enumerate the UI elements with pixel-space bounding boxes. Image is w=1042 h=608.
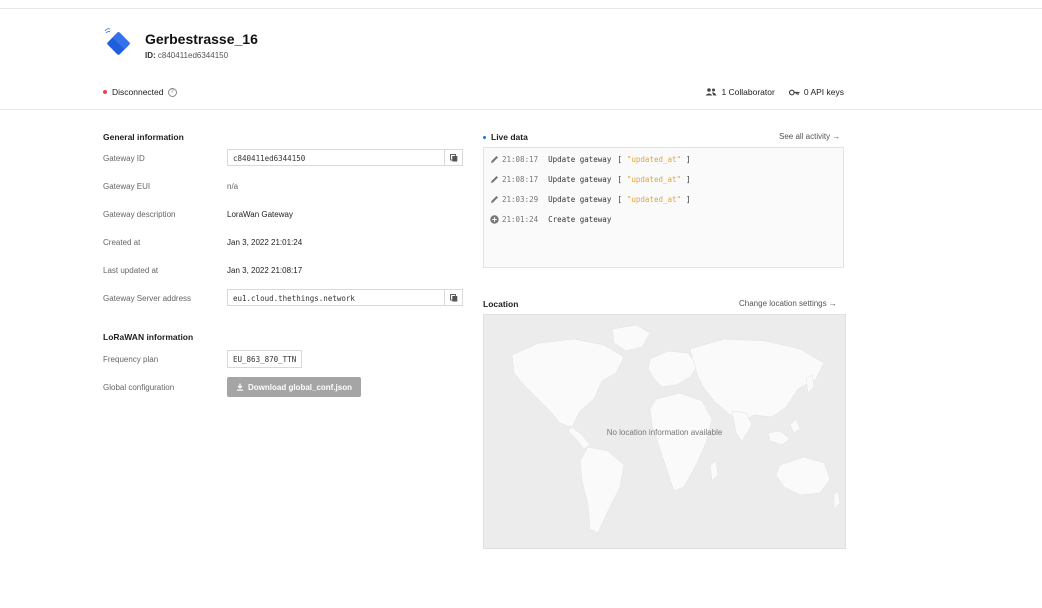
collaborators-link[interactable]: 1 Collaborator — [705, 87, 775, 97]
location-map[interactable]: No location information available — [483, 314, 846, 549]
help-icon[interactable]: ? — [167, 87, 177, 97]
updated-at-label: Last updated at — [103, 266, 159, 275]
gateway-id-value: c840411ed6344150 — [157, 51, 229, 60]
gateway-title: Gerbestrasse_16 — [145, 31, 258, 47]
gateway-id-field-value: c840411ed6344150 — [233, 154, 306, 163]
change-location-link[interactable]: Change location settings → — [739, 299, 837, 308]
event-field: "updated_at" — [626, 194, 682, 204]
event-bracket-open: [ — [617, 194, 622, 204]
event-row[interactable]: 21:01:24 Create gateway — [489, 213, 617, 225]
live-data-panel: 21:08:17 Update gateway [ "updated_at" ]… — [483, 147, 844, 268]
connection-status: Disconnected ? — [103, 87, 177, 97]
top-divider — [0, 8, 1042, 9]
gateway-meta: 1 Collaborator 0 API keys — [705, 87, 844, 97]
event-row[interactable]: 21:08:17 Update gateway [ "updated_at" ] — [489, 153, 691, 165]
plus-circle-icon — [489, 214, 499, 224]
collaborators-label: 1 Collaborator — [721, 87, 775, 97]
status-text: Disconnected — [112, 87, 164, 97]
see-all-activity-link[interactable]: See all activity → — [779, 132, 840, 141]
header-divider — [0, 109, 1042, 110]
gateway-icon — [103, 26, 135, 62]
event-bracket-open: [ — [617, 154, 622, 164]
live-indicator-icon — [483, 135, 486, 139]
event-name: Update gateway — [548, 194, 612, 204]
copy-gateway-id-button[interactable] — [444, 150, 462, 165]
gateway-description-value: LoraWan Gateway — [227, 210, 293, 219]
api-keys-link[interactable]: 0 API keys — [788, 87, 844, 97]
event-time: 21:01:24 — [502, 214, 539, 224]
general-info-title: General information — [103, 132, 184, 142]
event-bracket-open: [ — [617, 174, 622, 184]
event-row[interactable]: 21:08:17 Update gateway [ "updated_at" ] — [489, 173, 691, 185]
gateway-id-field: c840411ed6344150 — [227, 149, 463, 166]
event-bracket-close: ] — [686, 174, 691, 184]
people-icon — [705, 88, 717, 96]
created-at-value: Jan 3, 2022 21:01:24 — [227, 238, 303, 247]
copy-icon — [449, 153, 457, 161]
live-data-label: Live data — [491, 132, 528, 142]
location-title: Location — [483, 299, 519, 309]
frequency-plan-label: Frequency plan — [103, 355, 159, 364]
pencil-icon — [489, 154, 499, 164]
download-global-conf-button[interactable]: Download global_conf.json — [227, 377, 361, 397]
event-row[interactable]: 21:03:29 Update gateway [ "updated_at" ] — [489, 193, 691, 205]
updated-at-value: Jan 3, 2022 21:08:17 — [227, 266, 303, 275]
event-time: 21:08:17 — [502, 154, 539, 164]
event-name: Update gateway — [548, 154, 612, 164]
key-icon — [788, 89, 800, 95]
event-time: 21:03:29 — [502, 194, 539, 204]
gateway-eui-value: n/a — [227, 182, 239, 191]
frequency-plan-value: EU_863_870_TTN — [227, 350, 303, 368]
server-address-field: eu1.cloud.thethings.network — [227, 289, 463, 306]
api-keys-label: 0 API keys — [803, 87, 844, 97]
event-field: "updated_at" — [626, 174, 682, 184]
lorawan-info-title: LoRaWAN information — [103, 332, 194, 342]
no-location-message: No location information available — [606, 428, 723, 437]
event-time: 21:08:17 — [502, 174, 539, 184]
pencil-icon — [489, 174, 499, 184]
pencil-icon — [489, 194, 499, 204]
gateway-description-label: Gateway description — [103, 210, 176, 219]
server-address-label: Gateway Server address — [103, 294, 192, 303]
gateway-id: ID: c840411ed6344150 — [145, 51, 228, 60]
gateway-id-label: ID: — [145, 51, 156, 60]
created-at-label: Created at — [103, 238, 141, 247]
event-name: Create gateway — [548, 214, 612, 224]
global-config-label: Global configuration — [103, 383, 175, 392]
copy-icon — [449, 293, 457, 301]
event-field: "updated_at" — [626, 154, 682, 164]
live-data-title: Live data — [483, 132, 528, 142]
server-address-value: eu1.cloud.thethings.network — [233, 294, 355, 303]
event-bracket-close: ] — [686, 154, 691, 164]
download-icon — [237, 383, 243, 391]
event-bracket-close: ] — [686, 194, 691, 204]
event-name: Update gateway — [548, 174, 612, 184]
status-dot-icon — [103, 90, 107, 94]
gateway-id-field-label: Gateway ID — [103, 154, 145, 163]
download-label: Download global_conf.json — [248, 382, 352, 392]
gateway-eui-label: Gateway EUI — [103, 182, 151, 191]
copy-server-address-button[interactable] — [444, 290, 462, 305]
